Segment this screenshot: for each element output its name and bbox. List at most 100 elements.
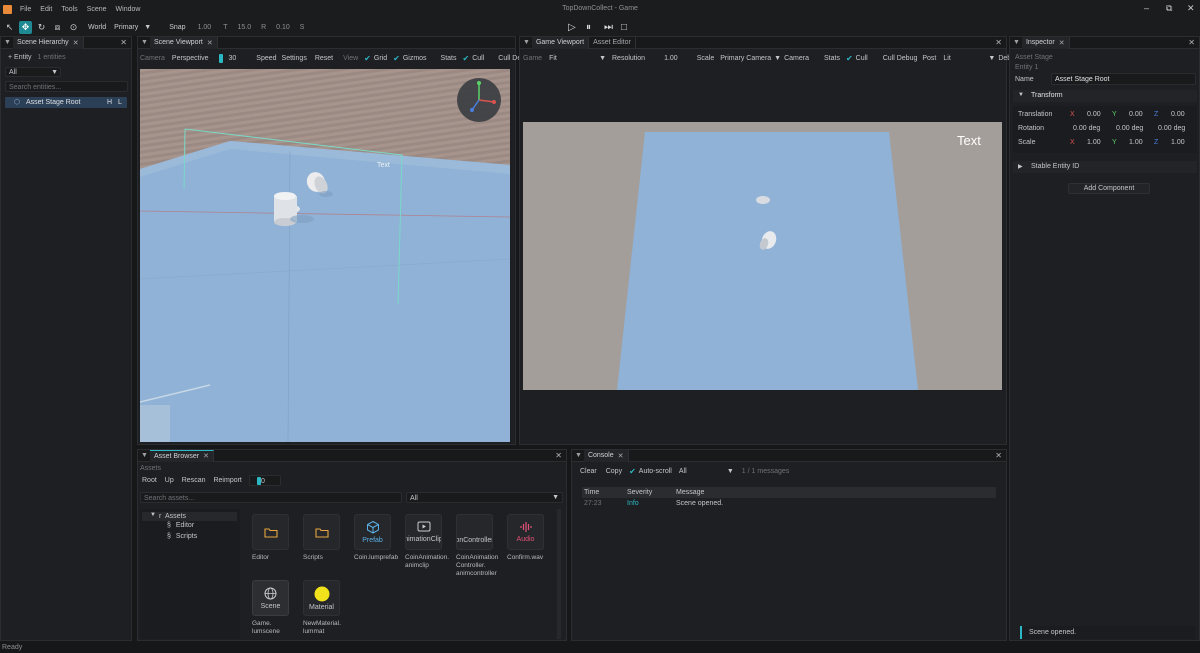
asset-tile-confirm-wav[interactable]: Audio — [507, 514, 544, 550]
hierarchy-item[interactable]: ⬡ Asset Stage Root H L — [5, 97, 127, 108]
chevron-down-icon[interactable]: ▼ — [727, 468, 734, 475]
cull-check-icon[interactable]: ✔ — [463, 54, 470, 63]
game-viewport-canvas[interactable]: Text — [523, 122, 1002, 390]
move-tool-icon[interactable]: ✥ — [19, 20, 32, 34]
add-entity-button[interactable]: + Entity — [8, 54, 32, 61]
close-tab-icon[interactable]: ✕ — [1059, 39, 1065, 47]
speed-button[interactable]: Speed — [256, 55, 276, 62]
asset-tile-coin-prefab[interactable]: Prefab — [354, 514, 391, 550]
panel-menu-icon[interactable]: ▼ — [1013, 39, 1020, 46]
tab-game-viewport[interactable]: Game Viewport — [531, 36, 590, 49]
tree-item-scripts[interactable]: § Scripts — [167, 533, 197, 540]
fit-select[interactable]: Fit — [549, 55, 599, 62]
stats-toggle[interactable]: Stats — [441, 55, 457, 62]
cull-debug-toggle[interactable]: Cull De — [498, 55, 521, 62]
up-button[interactable]: Up — [165, 477, 174, 484]
maximize-icon[interactable]: ⧉ — [1166, 3, 1172, 14]
stats-toggle[interactable]: Stats — [824, 55, 840, 62]
chevron-down-icon[interactable]: ▼ — [599, 55, 606, 62]
pivot-dropdown-icon[interactable]: ▼ — [144, 24, 151, 31]
translation-y[interactable]: 0.00 — [1129, 111, 1143, 118]
chevron-down-icon[interactable]: ▼ — [774, 55, 781, 62]
translation-x[interactable]: 0.00 — [1087, 111, 1101, 118]
gizmos-toggle[interactable]: Gizmos — [403, 55, 427, 62]
camera-select[interactable]: Primary Camera — [720, 55, 771, 62]
asset-tile-game-scene[interactable]: Scene — [252, 580, 289, 616]
close-panel-icon[interactable]: ✕ — [995, 451, 1002, 460]
scale-z[interactable]: 1.00 — [1171, 139, 1185, 146]
rescan-button[interactable]: Rescan — [182, 477, 206, 484]
fov-slider[interactable] — [219, 54, 224, 63]
pause-icon[interactable]: ⏸ — [586, 22, 591, 33]
gizmos-check-icon[interactable]: ✔ — [393, 54, 400, 63]
menu-tools[interactable]: Tools — [61, 6, 77, 13]
scale-tool-icon[interactable]: ⧈ — [51, 21, 64, 34]
asset-grid-scrollbar[interactable] — [557, 509, 561, 639]
play-icon[interactable]: ▷ — [568, 22, 576, 33]
scene-text-label[interactable]: Text — [377, 162, 390, 169]
close-tab-icon[interactable]: ✕ — [207, 39, 213, 47]
asset-tile-coin-animclip[interactable]: nimationClip — [405, 514, 442, 550]
cull-toggle[interactable]: Cull — [472, 55, 484, 62]
rotation-x[interactable]: 0.00 deg — [1073, 125, 1100, 132]
tree-item-assets[interactable]: ▼ r Assets — [142, 512, 237, 521]
grid-toggle[interactable]: Grid — [374, 55, 387, 62]
settings-button[interactable]: Settings — [282, 55, 307, 62]
panel-menu-icon[interactable]: ▼ — [4, 39, 11, 46]
cull-toggle[interactable]: Cull — [856, 55, 868, 62]
close-panel-icon[interactable]: ✕ — [120, 38, 127, 47]
projection-select[interactable]: Perspective — [172, 55, 209, 62]
snap-value[interactable]: 1.00 — [198, 24, 212, 31]
menu-file[interactable]: File — [20, 6, 31, 13]
search-entities-input[interactable]: Search entities... — [5, 81, 128, 92]
close-tab-icon[interactable]: ✕ — [73, 39, 79, 47]
root-button[interactable]: Root — [142, 477, 157, 484]
scale-x[interactable]: 1.00 — [1087, 139, 1101, 146]
clear-button[interactable]: Clear — [580, 468, 597, 475]
asset-filter-select[interactable]: All ▼ — [406, 492, 563, 503]
lock-toggle[interactable]: L — [118, 99, 122, 106]
tree-item-editor[interactable]: § Editor — [167, 522, 194, 529]
scale-y[interactable]: 1.00 — [1129, 139, 1143, 146]
post-toggle[interactable]: Post — [922, 55, 936, 62]
rotation-y[interactable]: 0.00 deg — [1116, 125, 1143, 132]
snap-label[interactable]: Snap — [169, 24, 185, 31]
minimize-icon[interactable]: – — [1144, 3, 1149, 13]
chevron-down-icon[interactable]: ▼ — [988, 55, 995, 62]
autoscroll-check-icon[interactable]: ✔ — [629, 467, 636, 476]
asset-tile-editor[interactable] — [252, 514, 289, 550]
add-component-button[interactable]: Add Component — [1068, 183, 1150, 194]
close-window-icon[interactable]: ✕ — [1187, 3, 1195, 14]
hierarchy-filter-select[interactable]: All ▼ — [5, 67, 61, 77]
table-row[interactable]: 27:23 Info Scene opened. — [582, 499, 996, 509]
panel-menu-icon[interactable]: ▼ — [523, 39, 530, 46]
game-text-label[interactable]: Text — [957, 133, 981, 148]
close-tab-icon[interactable]: ✕ — [618, 452, 624, 460]
copy-button[interactable]: Copy — [606, 468, 622, 475]
fov-value[interactable]: 30 — [228, 55, 236, 62]
tab-asset-editor[interactable]: Asset Editor — [589, 36, 636, 49]
space-toggle[interactable]: World — [88, 24, 106, 31]
close-panel-icon[interactable]: ✕ — [555, 451, 562, 460]
rotate-tool-icon[interactable]: ↻ — [35, 21, 48, 34]
autoscroll-toggle[interactable]: Auto-scroll — [639, 468, 672, 475]
panel-menu-icon[interactable]: ▼ — [141, 39, 148, 46]
pivot-select[interactable]: Primary — [114, 24, 138, 31]
hide-toggle[interactable]: H — [107, 99, 112, 106]
menu-window[interactable]: Window — [116, 6, 141, 13]
cull-debug-toggle[interactable]: Cull Debug — [883, 55, 918, 62]
reimport-button[interactable]: Reimport — [213, 477, 241, 484]
close-tab-icon[interactable]: ✕ — [203, 452, 209, 460]
menu-scene[interactable]: Scene — [87, 6, 107, 13]
cull-check-icon[interactable]: ✔ — [846, 54, 853, 63]
tab-scene-viewport[interactable]: Scene Viewport ✕ — [149, 36, 218, 49]
menu-edit[interactable]: Edit — [40, 6, 52, 13]
resolution-value[interactable]: 1.00 — [664, 55, 678, 62]
tab-inspector[interactable]: Inspector ✕ — [1021, 36, 1070, 49]
tab-console[interactable]: Console ✕ — [583, 449, 629, 462]
grid-check-icon[interactable]: ✔ — [364, 54, 371, 63]
asset-tile-coin-animcontroller[interactable]: onController — [456, 514, 493, 550]
tab-asset-browser[interactable]: Asset Browser ✕ — [149, 449, 214, 462]
t-value[interactable]: 15.0 — [237, 24, 251, 31]
pivot-tool-icon[interactable]: ⊙ — [67, 21, 80, 34]
